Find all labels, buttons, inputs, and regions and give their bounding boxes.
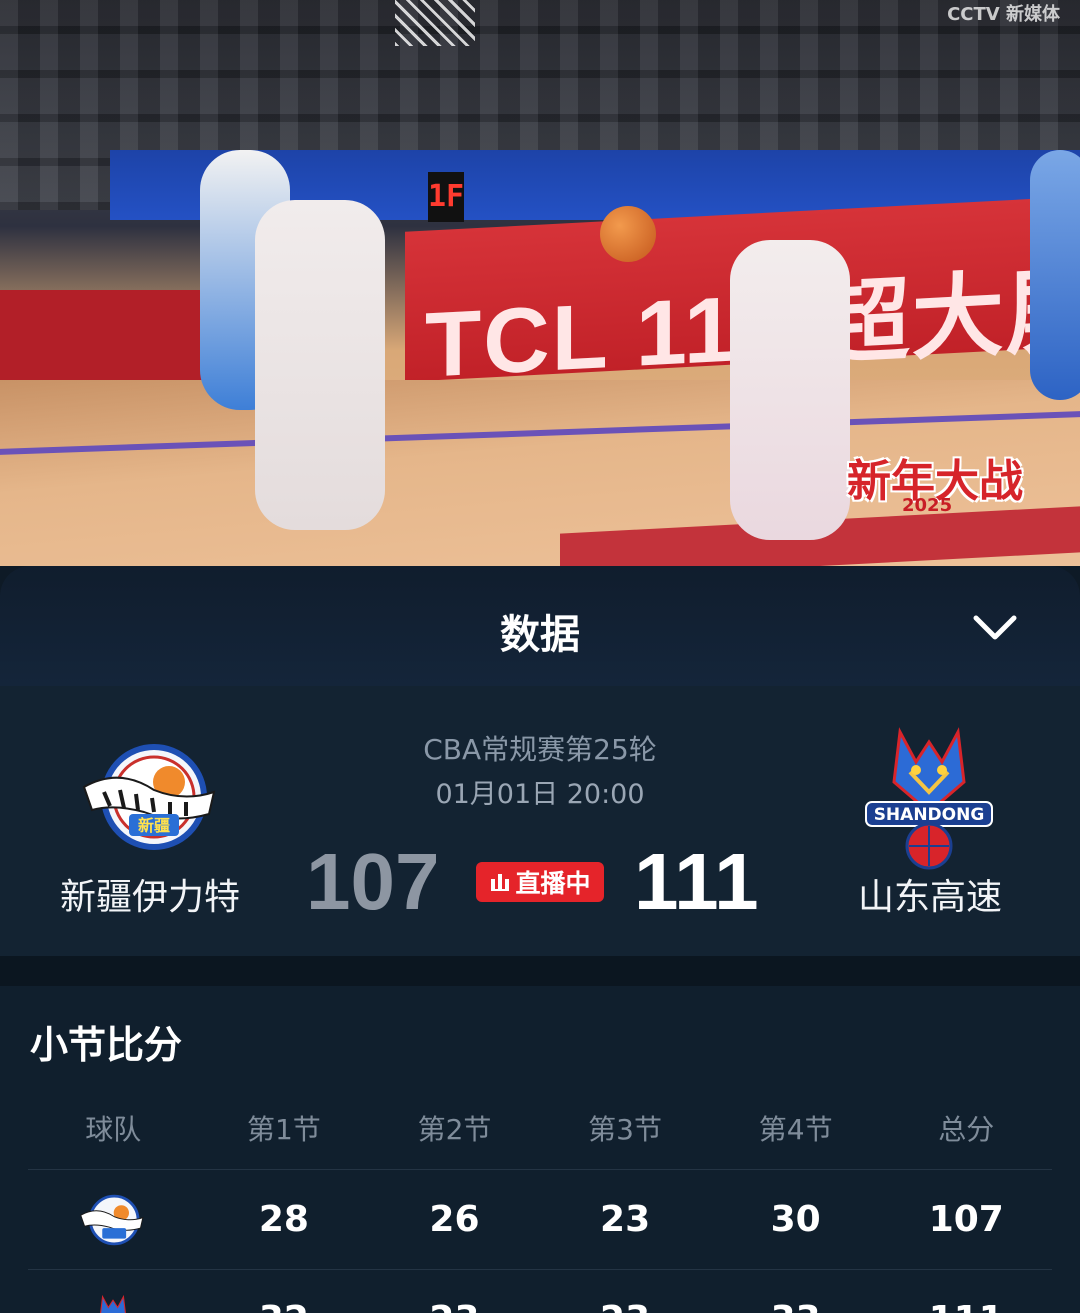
score-cell: 28 [258, 1199, 309, 1240]
total-cell: 111 [881, 1299, 1052, 1313]
score-cell: 30 [770, 1199, 821, 1240]
table-header-row: 球队 第1节 第2节 第3节 第4节 总分 [28, 1086, 1052, 1170]
section-title: 小节比分 [30, 1023, 183, 1067]
quarter-scores-section: 小节比分 球队 第1节 第2节 第3节 第4节 总分 28 26 23 30 1… [0, 986, 1080, 1313]
data-panel: 数据 CBA常规赛第25轮 01月01日 20:00 新疆 新疆伊力特 107 [0, 566, 1080, 1313]
total-cell: 107 [928, 1199, 1004, 1240]
video-player[interactable]: TCL 115 超大屏电 1F CCTV 新媒体 新年大战 2025 [0, 0, 1080, 566]
score-cell: 26 [429, 1199, 480, 1240]
panel-header: 数据 [0, 566, 1080, 686]
dragon-logo-icon: SHANDONG [865, 727, 993, 870]
home-logo-text: 新疆 [138, 816, 170, 835]
score-cell: 23 [369, 1299, 540, 1313]
banner-year: 2025 [902, 495, 953, 516]
score-cell: 32 [199, 1299, 370, 1313]
player-blue-right [1030, 150, 1080, 400]
table-row: 32 23 23 33 111 [28, 1270, 1052, 1313]
panel-title: 数据 [500, 612, 580, 658]
score-cell: 33 [710, 1299, 881, 1313]
basket-net [395, 0, 475, 46]
section-divider [0, 956, 1080, 986]
advertising-board: TCL 115 超大屏电 [405, 198, 1080, 397]
live-signal-icon [491, 874, 510, 891]
table-row: 28 26 23 30 107 [28, 1170, 1052, 1270]
away-score: 111 [634, 837, 759, 926]
away-team-logo[interactable]: SHANDONG [860, 722, 998, 872]
live-label: 直播中 [515, 869, 591, 898]
home-team-logo[interactable]: 新疆 [74, 742, 229, 852]
away-team-name: 山东高速 [857, 877, 1002, 918]
header-cell: 第1节 [246, 1112, 321, 1146]
header-cell: 第2节 [417, 1112, 492, 1146]
header-cell: 总分 [938, 1112, 995, 1146]
team-cell [28, 1193, 199, 1247]
away-logo-text: SHANDONG [874, 805, 985, 825]
score-cell: 23 [540, 1299, 711, 1313]
team-cell [28, 1293, 199, 1313]
tiger-logo-icon [80, 1194, 144, 1245]
shot-clock: 1F [428, 172, 464, 222]
tiger-logo-icon: 新疆 [82, 744, 216, 850]
chevron-down-icon [973, 615, 1017, 640]
live-badge[interactable]: 直播中 [476, 862, 604, 902]
header-cell: 球队 [85, 1112, 142, 1146]
new-year-banner: 新年大战 2025 [830, 445, 1040, 520]
score-cell: 23 [600, 1199, 651, 1240]
header-cell: 第3节 [588, 1112, 662, 1146]
home-team-name: 新疆伊力特 [59, 877, 240, 918]
dragon-logo-icon [100, 1294, 127, 1313]
header-cell: 第4节 [758, 1112, 833, 1146]
basketball [600, 206, 656, 262]
broadcast-watermark: CCTV 新媒体 [947, 4, 1060, 25]
collapse-button[interactable] [960, 602, 1030, 654]
player-white-defender [255, 200, 385, 530]
home-score: 107 [306, 837, 440, 926]
quarter-scores-table: 球队 第1节 第2节 第3节 第4节 总分 28 26 23 30 107 [28, 1086, 1052, 1313]
